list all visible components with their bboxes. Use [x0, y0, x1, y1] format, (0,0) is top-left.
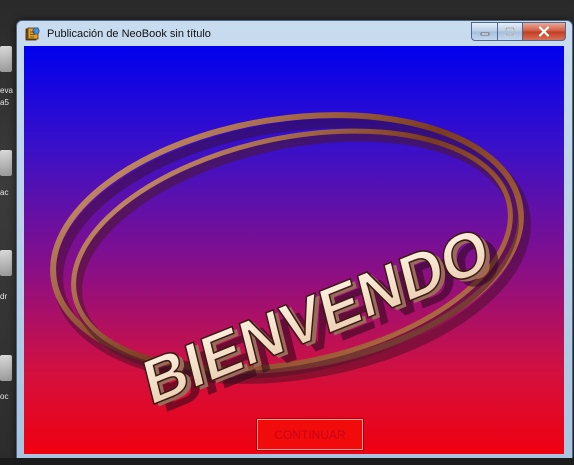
continue-button-label: CONTINUAR: [274, 427, 346, 442]
minimize-button[interactable]: [471, 22, 498, 41]
maximize-button[interactable]: [498, 22, 523, 41]
desktop-icon-label: dr: [0, 292, 8, 301]
desktop-icon-label: oc: [0, 392, 9, 401]
desktop-icon[interactable]: [0, 250, 12, 276]
minimize-icon: [480, 32, 489, 35]
close-icon: [538, 26, 550, 37]
desktop-icon[interactable]: [0, 150, 12, 176]
window-title: Publicación de NeoBook sin título: [47, 27, 211, 40]
desktop-icon[interactable]: [0, 46, 12, 72]
title-bar[interactable]: Publicación de NeoBook sin título: [17, 21, 572, 46]
taskbar: [0, 458, 574, 465]
desktop-icon-label: eva: [0, 86, 13, 95]
desktop-icon-label: a5: [0, 98, 9, 107]
neobook-canvas: BIENVENDO BIENVENDO BIENVENDO CONTINUAR: [24, 46, 564, 454]
window-controls: [471, 22, 566, 41]
neobook-window: Publicación de NeoBook sin título BIENVE…: [16, 20, 573, 462]
maximize-icon: [505, 27, 515, 36]
decorative-rings: BIENVENDO BIENVENDO BIENVENDO: [50, 112, 531, 427]
close-button[interactable]: [523, 22, 566, 41]
desktop-icon-label: ac: [0, 188, 9, 197]
desktop-icon[interactable]: [0, 355, 12, 381]
neobook-app-icon[interactable]: [25, 26, 41, 42]
continue-button[interactable]: CONTINUAR: [256, 418, 364, 451]
